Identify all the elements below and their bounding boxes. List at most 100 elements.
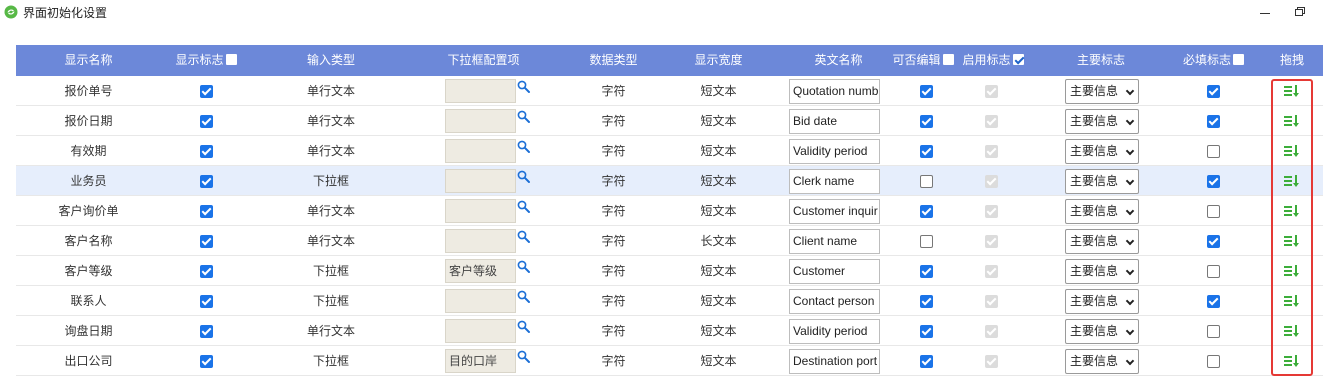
show-flag-checkbox[interactable] bbox=[200, 205, 213, 218]
dropdown-config-field[interactable] bbox=[445, 79, 516, 103]
editable-checkbox[interactable] bbox=[920, 175, 933, 188]
main-flag-value: 主要信息 bbox=[1070, 234, 1119, 248]
editable-select-all[interactable] bbox=[942, 54, 954, 65]
magnifier-icon[interactable] bbox=[517, 350, 531, 364]
show-flag-checkbox[interactable] bbox=[200, 295, 213, 308]
editable-checkbox[interactable] bbox=[920, 355, 933, 368]
required-checkbox[interactable] bbox=[1207, 295, 1220, 308]
english-name-input[interactable]: Validity period bbox=[789, 319, 880, 344]
show-flag-checkbox[interactable] bbox=[200, 85, 213, 98]
main-flag-select[interactable]: 主要信息 bbox=[1065, 169, 1139, 194]
magnifier-icon[interactable] bbox=[517, 290, 531, 304]
magnifier-icon[interactable] bbox=[517, 80, 531, 94]
main-flag-value: 主要信息 bbox=[1070, 354, 1119, 368]
display-name: 客户等级 bbox=[64, 264, 113, 278]
col-input-type: 输入类型 bbox=[306, 53, 355, 67]
main-flag-value: 主要信息 bbox=[1070, 324, 1119, 338]
dropdown-config-field[interactable]: 目的口岸 bbox=[445, 349, 516, 373]
main-flag-select[interactable]: 主要信息 bbox=[1065, 79, 1139, 104]
dropdown-config-field[interactable] bbox=[445, 319, 516, 343]
magnifier-icon[interactable] bbox=[517, 170, 531, 184]
restore-button[interactable] bbox=[1291, 2, 1309, 20]
required-checkbox[interactable] bbox=[1207, 205, 1220, 218]
editable-checkbox[interactable] bbox=[920, 205, 933, 218]
show-flag-checkbox[interactable] bbox=[200, 235, 213, 248]
main-flag-select[interactable]: 主要信息 bbox=[1065, 199, 1139, 224]
required-checkbox[interactable] bbox=[1207, 235, 1220, 248]
table-row[interactable]: 客户等级 下拉框 客户等级 字符 短文本 Customer grade 主要信息 bbox=[16, 256, 1323, 286]
input-type: 单行文本 bbox=[306, 204, 355, 218]
magnifier-icon[interactable] bbox=[517, 230, 531, 244]
table-row[interactable]: 出口公司 下拉框 目的口岸 字符 短文本 Destination port 主要信息 bbox=[16, 346, 1323, 376]
data-type: 字符 bbox=[601, 114, 626, 128]
table-row[interactable]: 客户询价单 单行文本 字符 短文本 Customer inquir 主要信息 bbox=[16, 196, 1323, 226]
dropdown-config-field[interactable] bbox=[445, 229, 516, 253]
editable-checkbox[interactable] bbox=[920, 85, 933, 98]
table-row[interactable]: 报价日期 单行文本 字符 短文本 Bid date 主要信息 bbox=[16, 106, 1323, 136]
main-flag-select[interactable]: 主要信息 bbox=[1065, 259, 1139, 284]
table-row[interactable]: 客户名称 单行文本 字符 长文本 Client name 主要信息 bbox=[16, 226, 1323, 256]
dropdown-config-field[interactable] bbox=[445, 289, 516, 313]
editable-checkbox[interactable] bbox=[920, 295, 933, 308]
editable-checkbox[interactable] bbox=[920, 265, 933, 278]
input-type: 单行文本 bbox=[306, 324, 355, 338]
english-name-input[interactable]: Clerk name bbox=[789, 169, 880, 194]
enabled-checkbox bbox=[985, 115, 998, 128]
editable-checkbox[interactable] bbox=[920, 145, 933, 158]
dropdown-config-field[interactable] bbox=[445, 169, 516, 193]
display-width: 短文本 bbox=[700, 354, 737, 368]
main-flag-select[interactable]: 主要信息 bbox=[1065, 349, 1139, 374]
table-row[interactable]: 业务员 下拉框 字符 短文本 Clerk name 主要信息 bbox=[16, 166, 1323, 196]
required-checkbox[interactable] bbox=[1207, 265, 1220, 278]
english-name-input[interactable]: Customer inquir bbox=[789, 199, 880, 224]
enabled-select-all[interactable] bbox=[1012, 54, 1024, 65]
main-flag-select[interactable]: 主要信息 bbox=[1065, 319, 1139, 344]
magnifier-icon[interactable] bbox=[517, 260, 531, 274]
required-select-all[interactable] bbox=[1233, 54, 1244, 65]
display-width: 短文本 bbox=[700, 114, 737, 128]
english-name-input[interactable]: Contact person bbox=[789, 289, 880, 314]
required-checkbox[interactable] bbox=[1207, 85, 1220, 98]
show-flag-checkbox[interactable] bbox=[200, 355, 213, 368]
magnifier-icon[interactable] bbox=[517, 320, 531, 334]
english-name-input[interactable]: Customer grade bbox=[789, 259, 880, 284]
dropdown-config-field[interactable] bbox=[445, 109, 516, 133]
editable-checkbox[interactable] bbox=[920, 235, 933, 248]
english-name-input[interactable]: Validity period bbox=[789, 139, 880, 164]
editable-checkbox[interactable] bbox=[920, 115, 933, 128]
dropdown-config-field[interactable]: 客户等级 bbox=[445, 259, 516, 283]
main-flag-select[interactable]: 主要信息 bbox=[1065, 139, 1139, 164]
minimize-button[interactable] bbox=[1257, 2, 1275, 20]
magnifier-icon[interactable] bbox=[517, 110, 531, 124]
main-flag-select[interactable]: 主要信息 bbox=[1065, 289, 1139, 314]
english-name-input[interactable]: Quotation numb bbox=[789, 79, 880, 104]
editable-checkbox[interactable] bbox=[920, 325, 933, 338]
chevron-down-icon bbox=[1125, 206, 1135, 216]
table-row[interactable]: 询盘日期 单行文本 字符 短文本 Validity period 主要信息 bbox=[16, 316, 1323, 346]
english-name-input[interactable]: Destination port bbox=[789, 349, 880, 374]
show-flag-checkbox[interactable] bbox=[200, 115, 213, 128]
show-flag-select-all[interactable] bbox=[225, 54, 237, 65]
required-checkbox[interactable] bbox=[1207, 355, 1220, 368]
col-enabled: 启用标志 bbox=[958, 45, 1028, 76]
show-flag-checkbox[interactable] bbox=[200, 175, 213, 188]
required-checkbox[interactable] bbox=[1207, 175, 1220, 188]
main-flag-select[interactable]: 主要信息 bbox=[1065, 109, 1139, 134]
english-name-input[interactable]: Client name bbox=[789, 229, 880, 254]
english-name-input[interactable]: Bid date bbox=[789, 109, 880, 134]
dropdown-config-field[interactable] bbox=[445, 139, 516, 163]
main-flag-select[interactable]: 主要信息 bbox=[1065, 229, 1139, 254]
required-checkbox[interactable] bbox=[1207, 115, 1220, 128]
table-row[interactable]: 报价单号 单行文本 字符 短文本 Quotation numb 主要信息 bbox=[16, 76, 1323, 106]
show-flag-checkbox[interactable] bbox=[200, 145, 213, 158]
magnifier-icon[interactable] bbox=[517, 140, 531, 154]
required-checkbox[interactable] bbox=[1207, 145, 1220, 158]
show-flag-checkbox[interactable] bbox=[200, 265, 213, 278]
display-width: 短文本 bbox=[700, 174, 737, 188]
table-row[interactable]: 有效期 单行文本 字符 短文本 Validity period 主要信息 bbox=[16, 136, 1323, 166]
required-checkbox[interactable] bbox=[1207, 325, 1220, 338]
dropdown-config-field[interactable] bbox=[445, 199, 516, 223]
table-row[interactable]: 联系人 下拉框 字符 短文本 Contact person 主要信息 bbox=[16, 286, 1323, 316]
magnifier-icon[interactable] bbox=[517, 200, 531, 214]
show-flag-checkbox[interactable] bbox=[200, 325, 213, 338]
